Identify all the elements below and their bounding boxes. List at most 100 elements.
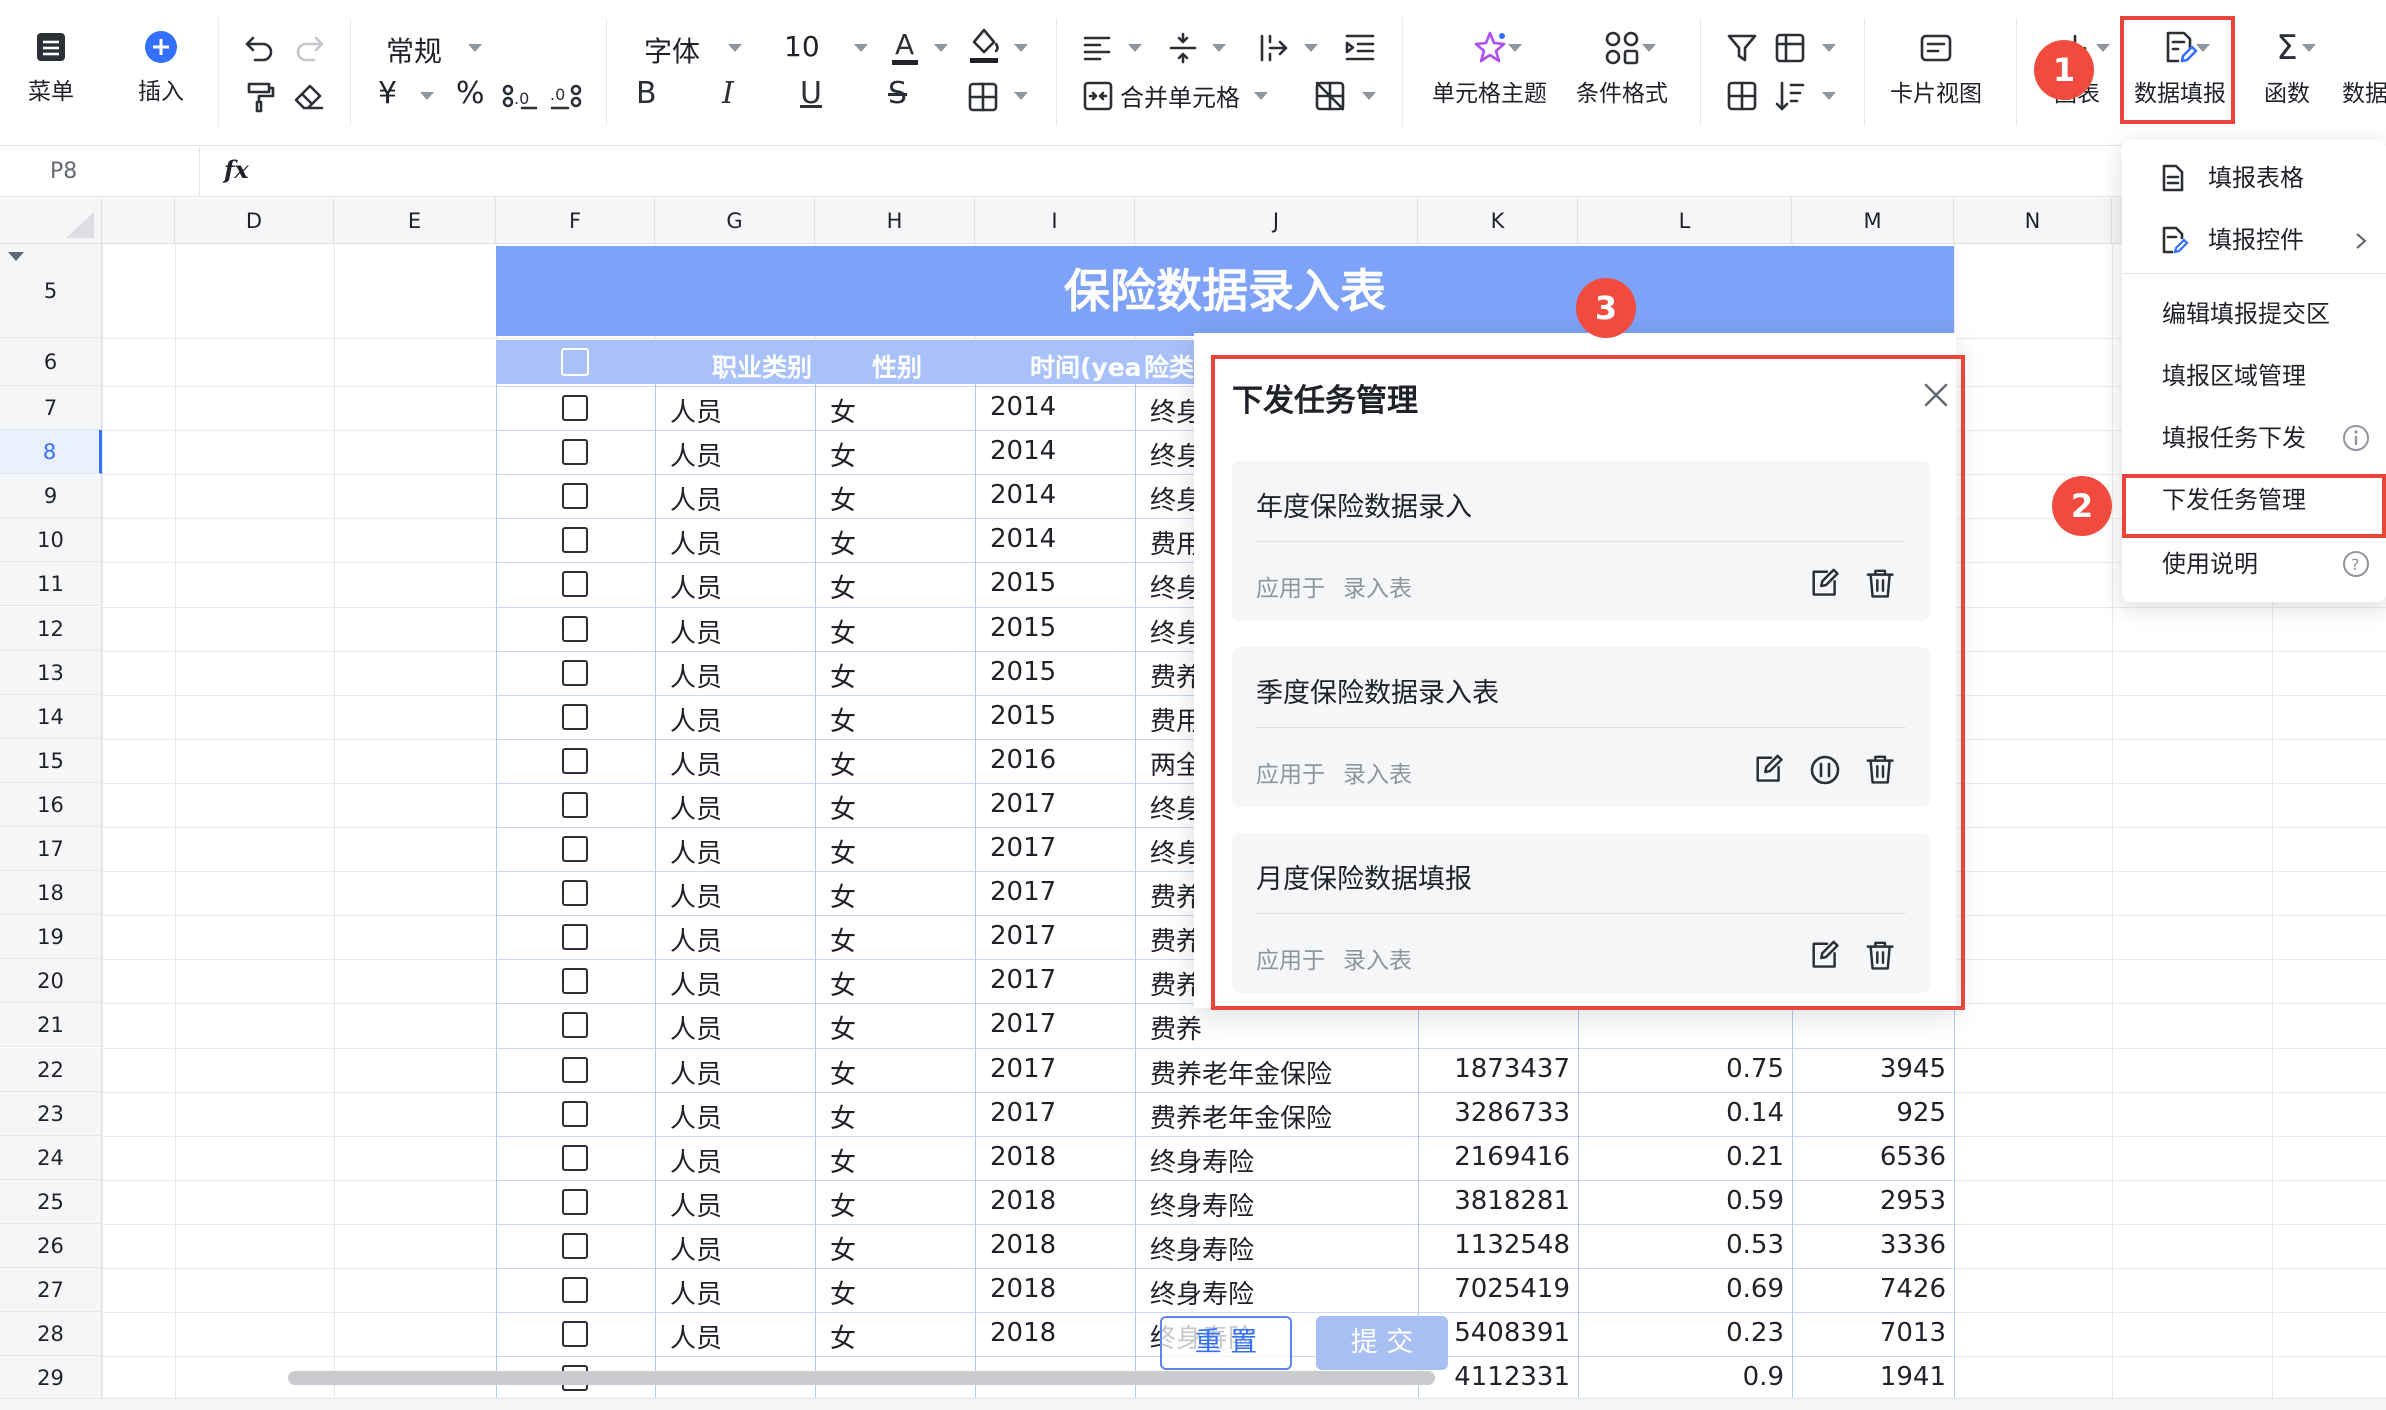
cell-year[interactable]: 2016	[990, 745, 1056, 775]
cell-l[interactable]: 0.14	[1726, 1098, 1784, 1128]
cell-occ[interactable]: 人员	[670, 877, 722, 914]
cell-occ[interactable]: 人员	[670, 568, 722, 605]
font-size-select[interactable]: 10	[784, 30, 820, 63]
cell-type[interactable]: 终身寿险	[1150, 1274, 1420, 1311]
undo-icon[interactable]	[243, 32, 277, 62]
row-header[interactable]: 20	[0, 959, 102, 1004]
row-checkbox[interactable]	[562, 1100, 588, 1127]
cell-gender[interactable]: 女	[830, 480, 856, 517]
cell-theme-button[interactable]: 单元格主题	[1432, 30, 1547, 108]
cell-l[interactable]: 0.59	[1726, 1186, 1784, 1216]
format-painter-icon[interactable]	[243, 80, 277, 114]
row-checkbox[interactable]	[562, 968, 588, 995]
percent-icon[interactable]: %	[456, 76, 485, 111]
cell-m[interactable]: 3336	[1880, 1230, 1946, 1260]
row-header[interactable]: 23	[0, 1091, 102, 1136]
align-left-icon[interactable]	[1082, 34, 1112, 62]
cell-occ[interactable]: 人员	[670, 524, 722, 561]
menu-button[interactable]: 菜单	[28, 30, 74, 106]
row-header[interactable]: 6	[0, 338, 102, 386]
vertical-align-icon[interactable]	[1168, 32, 1198, 64]
row-checkbox[interactable]	[562, 791, 588, 818]
cell-gender[interactable]: 女	[830, 436, 856, 473]
column-header[interactable]: G	[655, 198, 815, 244]
cell-year[interactable]: 2018	[990, 1142, 1056, 1172]
text-direction-icon[interactable]	[1258, 32, 1290, 64]
row-header[interactable]: 29	[0, 1356, 102, 1401]
cell-occ[interactable]: 人员	[670, 833, 722, 870]
strikethrough-icon[interactable]: S	[888, 76, 907, 111]
redo-icon[interactable]	[292, 32, 326, 62]
cell-occ[interactable]: 人员	[670, 1054, 722, 1091]
cell-gender[interactable]: 女	[830, 1054, 856, 1091]
cell-year[interactable]: 2015	[990, 568, 1056, 598]
cell-year[interactable]: 2017	[990, 1054, 1056, 1084]
merge-cells-icon[interactable]	[1082, 80, 1114, 112]
row-checkbox[interactable]	[562, 703, 588, 730]
cell-gender[interactable]: 女	[830, 965, 856, 1002]
cell-occ[interactable]: 人员	[670, 480, 722, 517]
cell-occ[interactable]: 人员	[670, 1142, 722, 1179]
cell-m[interactable]: 925	[1896, 1098, 1946, 1128]
cell-m[interactable]: 7426	[1880, 1274, 1946, 1304]
cell-l[interactable]: 0.69	[1726, 1274, 1784, 1304]
cell-k[interactable]: 5408391	[1454, 1318, 1570, 1348]
merge-cells-label[interactable]: 合并单元格	[1120, 78, 1240, 113]
menu-item-fill-area-management[interactable]: 填报区域管理	[2122, 346, 2386, 406]
reset-button[interactable]: 重 置	[1160, 1316, 1292, 1370]
cell-occ[interactable]: 人员	[670, 1230, 722, 1267]
cell-occ[interactable]: 人员	[670, 965, 722, 1002]
insert-button[interactable]: 插入	[138, 30, 184, 106]
row-checkbox[interactable]	[562, 571, 588, 598]
cell-type[interactable]: 费养老年金保险	[1150, 1098, 1420, 1135]
cell-m[interactable]: 6536	[1880, 1142, 1946, 1172]
menu-item-dispatch-task[interactable]: 填报任务下发	[2122, 408, 2386, 468]
row-header[interactable]: 9	[0, 474, 102, 519]
row-checkbox[interactable]	[562, 1056, 588, 1083]
row-collapse-icon[interactable]	[8, 252, 24, 261]
row-header[interactable]: 12	[0, 606, 102, 651]
underline-icon[interactable]: U	[800, 76, 822, 111]
row-checkbox[interactable]	[562, 836, 588, 862]
column-header[interactable]: L	[1578, 198, 1792, 244]
sort-icon[interactable]	[1774, 80, 1806, 112]
cell-year[interactable]: 2015	[990, 657, 1056, 687]
row-checkbox[interactable]	[562, 615, 588, 642]
cell-occ[interactable]: 人员	[670, 1274, 722, 1311]
cell-type[interactable]: 费养老年金保险	[1150, 1054, 1420, 1091]
select-all-corner[interactable]	[0, 198, 102, 244]
column-header[interactable]: I	[975, 198, 1135, 244]
cell-year[interactable]: 2017	[990, 833, 1056, 863]
split-view-icon[interactable]	[1726, 80, 1758, 112]
cell-gender[interactable]: 女	[830, 568, 856, 605]
row-header[interactable]: 8	[0, 430, 102, 475]
borders-icon[interactable]	[966, 80, 1000, 114]
row-header[interactable]: 27	[0, 1268, 102, 1313]
cell-gender[interactable]: 女	[830, 789, 856, 826]
functions-button[interactable]: Σ 函数	[2264, 30, 2310, 108]
freeze-icon[interactable]	[1774, 32, 1806, 64]
row-checkbox[interactable]	[562, 1188, 588, 1215]
bold-icon[interactable]: B	[636, 76, 657, 111]
cell-k[interactable]: 7025419	[1454, 1274, 1570, 1304]
row-checkbox[interactable]	[562, 1012, 588, 1039]
row-header[interactable]: 16	[0, 782, 102, 827]
cell-border-style-icon[interactable]	[1314, 80, 1346, 112]
cell-occ[interactable]: 人员	[670, 657, 722, 694]
column-header[interactable]: K	[1418, 198, 1578, 244]
cell-l[interactable]: 0.23	[1726, 1318, 1784, 1348]
row-header[interactable]: 24	[0, 1135, 102, 1180]
filter-icon[interactable]	[1726, 32, 1758, 64]
cell-year[interactable]: 2015	[990, 613, 1056, 643]
row-header[interactable]: 14	[0, 694, 102, 739]
row-header[interactable]: 19	[0, 915, 102, 960]
row-checkbox[interactable]	[562, 924, 588, 951]
row-header[interactable]: 22	[0, 1047, 102, 1092]
cell-gender[interactable]: 女	[830, 1230, 856, 1267]
cell-year[interactable]: 2014	[990, 436, 1056, 466]
fill-color-icon[interactable]	[966, 24, 1002, 68]
spreadsheet-grid[interactable]: DEFGHIJKLMN 5 6 7 8 9 10 11 12 13 14 15 16 17 18 19 20 2…	[0, 198, 2386, 1410]
conditional-format-button[interactable]: 条件格式	[1576, 30, 1668, 108]
cell-occ[interactable]: 人员	[670, 745, 722, 782]
row-checkbox[interactable]	[562, 1232, 588, 1259]
